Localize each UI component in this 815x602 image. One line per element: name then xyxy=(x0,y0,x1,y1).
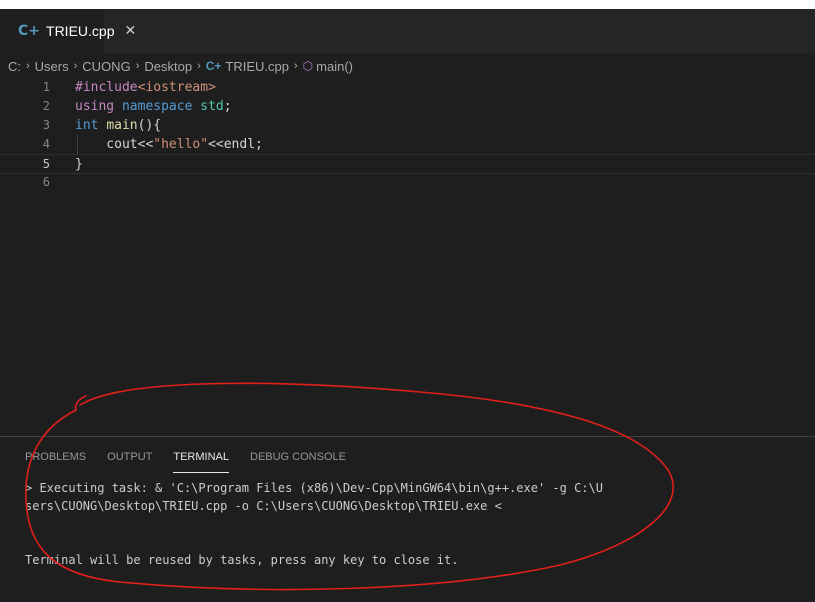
indent-guide xyxy=(77,135,78,154)
terminal-line: > Executing task: & 'C:\Program Files (x… xyxy=(25,481,603,495)
chevron-right-icon: › xyxy=(73,60,78,72)
editor-tab-trieu-cpp[interactable]: C+ TRIEU.cpp ✕ xyxy=(0,9,136,53)
editor-tab-bar xyxy=(0,9,815,53)
breadcrumb-file[interactable]: TRIEU.cpp xyxy=(225,59,289,74)
tab-debug-console[interactable]: DEBUG CONSOLE xyxy=(250,451,346,473)
line-number: 2 xyxy=(42,99,50,113)
line-number: 4 xyxy=(42,137,50,151)
breadcrumb: C: › Users › CUONG › Desktop › C+ TRIEU.… xyxy=(0,56,815,76)
bottom-panel: PROBLEMS OUTPUT TERMINAL DEBUG CONSOLE >… xyxy=(0,436,815,602)
line-number: 5 xyxy=(42,157,50,171)
code-token: (){ xyxy=(137,118,162,133)
code-line[interactable]: 5} xyxy=(0,154,815,174)
code-text: int main(){ xyxy=(75,116,161,135)
code-token: } xyxy=(75,157,83,172)
code-text: using namespace std; xyxy=(75,97,232,116)
line-number: 3 xyxy=(42,118,50,132)
terminal-line: sers\CUONG\Desktop\TRIEU.cpp -o C:\Users… xyxy=(25,499,502,513)
code-token: namespace xyxy=(121,99,193,114)
code-token: int xyxy=(75,118,99,133)
code-token: using xyxy=(75,99,115,114)
code-line[interactable]: 1 #include<iostream> xyxy=(0,78,815,97)
code-token: "hello" xyxy=(153,137,209,152)
tab-output[interactable]: OUTPUT xyxy=(107,451,152,473)
tab-problems[interactable]: PROBLEMS xyxy=(25,451,86,473)
code-text: } xyxy=(75,155,83,174)
cpp-file-icon: C+ xyxy=(205,59,222,73)
terminal-line: Terminal will be reused by tasks, press … xyxy=(25,553,459,567)
breadcrumb-users[interactable]: Users xyxy=(35,59,69,74)
panel-tab-bar: PROBLEMS OUTPUT TERMINAL DEBUG CONSOLE xyxy=(25,451,367,473)
breadcrumb-drive[interactable]: C: xyxy=(8,59,21,74)
code-line[interactable]: 6 xyxy=(0,173,815,192)
code-token: #include xyxy=(75,80,138,95)
code-token: ; xyxy=(223,99,232,114)
code-token: main xyxy=(106,118,138,133)
breadcrumb-desktop[interactable]: Desktop xyxy=(144,59,192,74)
breadcrumb-function[interactable]: main() xyxy=(316,59,353,74)
code-line[interactable]: 2 using namespace std; xyxy=(0,97,815,116)
tab-label: TRIEU.cpp xyxy=(46,23,115,39)
close-icon[interactable]: ✕ xyxy=(124,23,136,39)
chevron-right-icon: › xyxy=(294,60,298,72)
code-editor[interactable]: 1 #include<iostream> 2 using namespace std;… xyxy=(0,78,815,436)
code-token: std xyxy=(200,99,224,114)
line-number: 6 xyxy=(42,175,50,189)
code-line[interactable]: 4 cout<<"hello"<<endl; xyxy=(0,135,815,154)
tab-terminal[interactable]: TERMINAL xyxy=(173,451,229,473)
chevron-right-icon: › xyxy=(197,60,201,72)
breadcrumb-cuong[interactable]: CUONG xyxy=(82,59,130,74)
code-token: <iostream> xyxy=(137,80,216,95)
chevron-right-icon: › xyxy=(135,60,140,72)
code-token: cout<< xyxy=(75,137,154,152)
code-line[interactable]: 3 int main(){ xyxy=(0,116,815,135)
cpp-file-icon: C+ xyxy=(18,23,41,39)
window-top-strip xyxy=(0,0,815,9)
code-text: cout<<"hello"<<endl; xyxy=(75,135,263,154)
chevron-right-icon: › xyxy=(26,60,30,72)
method-symbol-icon: ⬡ xyxy=(302,59,314,73)
line-number: 1 xyxy=(42,80,50,94)
code-token: <<endl; xyxy=(208,137,263,152)
code-text: #include<iostream> xyxy=(75,78,216,97)
